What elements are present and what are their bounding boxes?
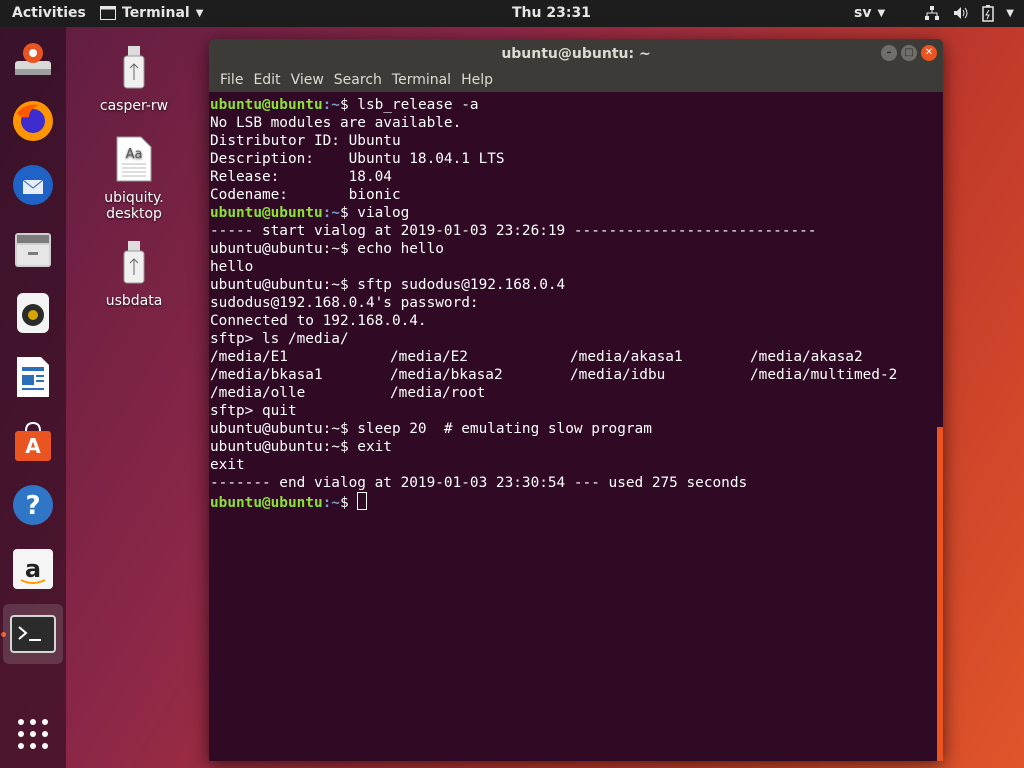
menu-edit[interactable]: Edit [248, 72, 285, 88]
terminal-line: ubuntu@ubuntu:~$ sftp sudodus@192.168.0.… [210, 277, 566, 293]
listing-entry: /media/bkasa1 [210, 367, 323, 383]
desktop-icon-usbdata[interactable]: usbdata [94, 241, 174, 309]
activities-button[interactable]: Activities [12, 5, 86, 21]
dock: A ? a [0, 27, 66, 768]
terminal-line: /media/bkasa1/media/bkasa2/media/idbu/me… [210, 366, 936, 384]
clock[interactable]: Thu 23:31 [512, 5, 591, 21]
terminal-line: ubuntu@ubuntu:~$ echo hello [210, 241, 444, 257]
app-menu[interactable]: Terminal ▼ [100, 5, 203, 21]
terminal-line: ubuntu@ubuntu:~$ exit [210, 439, 392, 455]
terminal-line: sftp> ls /media/ [210, 331, 349, 347]
terminal-line: ubuntu@ubuntu:~$ [210, 492, 936, 511]
language-label: sv [854, 5, 872, 21]
window-title: ubuntu@ubuntu: ~ [501, 45, 651, 62]
terminal-icon[interactable] [3, 604, 63, 664]
window-titlebar[interactable]: ubuntu@ubuntu: ~ – □ ✕ [209, 39, 943, 68]
prompt-user: ubuntu@ubuntu [210, 97, 323, 113]
firefox-icon[interactable] [9, 97, 57, 145]
prompt-command: $ [339, 495, 358, 511]
svg-text:a: a [25, 555, 41, 583]
svg-text:Aa: Aa [126, 147, 143, 162]
desktop-icon-casper-rw[interactable]: casper-rw [94, 46, 174, 114]
terminal-line: ubuntu@ubuntu:~$ vialog [210, 204, 936, 222]
svg-text:?: ? [25, 491, 40, 521]
prompt-command: $ vialog [339, 205, 410, 221]
prompt-path: :~ [322, 205, 340, 221]
menu-terminal[interactable]: Terminal [387, 72, 456, 88]
language-menu[interactable]: sv ▼ [854, 5, 885, 21]
prompt-command: $ lsb_release -a [339, 97, 479, 113]
terminal-line: hello [210, 259, 254, 275]
listing-entry: /media/multimed-2 [750, 367, 898, 383]
terminal-window[interactable]: ubuntu@ubuntu: ~ – □ ✕ File Edit View Se… [209, 39, 943, 761]
listing-entry: /media/akasa1 [570, 349, 683, 365]
help-icon[interactable]: ? [9, 481, 57, 529]
text-cursor [357, 492, 368, 510]
files-icon[interactable] [9, 225, 57, 273]
menu-bar: File Edit View Search Terminal Help [209, 68, 943, 92]
terminal-app-icon [100, 6, 116, 20]
prompt-path: :~ [322, 97, 340, 113]
terminal-line: ubuntu@ubuntu:~$ lsb_release -a [210, 96, 936, 114]
volume-icon [954, 7, 968, 19]
minimize-button[interactable]: – [881, 45, 897, 61]
terminal-line: /media/olle/media/root [210, 384, 936, 402]
terminal-line: exit [210, 457, 245, 473]
listing-entry: /media/root [390, 385, 486, 401]
installer-icon[interactable] [9, 35, 57, 83]
maximize-button[interactable]: □ [901, 45, 917, 61]
listing-entry: /media/E2 [390, 349, 468, 365]
menu-search[interactable]: Search [329, 72, 387, 88]
chevron-down-icon: ▼ [1006, 7, 1014, 19]
svg-text:A: A [25, 434, 41, 458]
terminal-line: sudodus@192.168.0.4's password: [210, 295, 479, 311]
thunderbird-icon[interactable] [9, 161, 57, 209]
listing-entry: /media/akasa2 [750, 349, 863, 365]
listing-entry: /media/olle [210, 385, 306, 401]
terminal-line: Description: Ubuntu 18.04.1 LTS [210, 151, 505, 167]
prompt-user: ubuntu@ubuntu [210, 495, 323, 511]
usb-drive-icon [123, 46, 145, 89]
chevron-down-icon: ▼ [877, 7, 886, 19]
terminal-scrollbar[interactable] [937, 427, 943, 761]
terminal-line: ubuntu@ubuntu:~$ sleep 20 # emulating sl… [210, 421, 652, 437]
terminal-line: No LSB modules are available. [210, 115, 462, 131]
terminal-line: Connected to 192.168.0.4. [210, 313, 427, 329]
top-bar: Activities Terminal ▼ Thu 23:31 sv ▼ ▼ [0, 0, 1024, 27]
close-button[interactable]: ✕ [921, 45, 937, 61]
terminal-line: ------- end vialog at 2019-01-03 23:30:5… [210, 475, 748, 491]
terminal-line: /media/E1/media/E2/media/akasa1/media/ak… [210, 348, 936, 366]
terminal-line: sftp> quit [210, 403, 297, 419]
text-file-icon: Aa [116, 136, 152, 182]
software-icon[interactable]: A [9, 417, 57, 465]
terminal-line: Release: 18.04 [210, 169, 392, 185]
terminal-line: ----- start vialog at 2019-01-03 23:26:1… [210, 223, 817, 239]
terminal-line: Codename: bionic [210, 187, 401, 203]
system-tray[interactable]: ▼ [924, 4, 1014, 22]
menu-view[interactable]: View [286, 72, 329, 88]
amazon-icon[interactable]: a [9, 545, 57, 593]
app-menu-label: Terminal [122, 5, 190, 21]
chevron-down-icon: ▼ [195, 7, 204, 19]
battery-icon [982, 5, 995, 22]
desktop-icon-label: usbdata [105, 293, 163, 309]
network-icon [925, 6, 940, 20]
usb-drive-icon [123, 241, 145, 284]
show-apps-icon[interactable] [9, 710, 57, 758]
listing-entry: /media/idbu [570, 367, 666, 383]
prompt-user: ubuntu@ubuntu [210, 205, 323, 221]
rhythmbox-icon[interactable] [9, 289, 57, 337]
desktop-icon-ubiquity[interactable]: Aa ubiquity. desktop [94, 136, 174, 222]
desktop-icon-label: ubiquity. desktop [104, 190, 164, 222]
menu-help[interactable]: Help [456, 72, 498, 88]
menu-file[interactable]: File [215, 72, 248, 88]
terminal-line: Distributor ID: Ubuntu [210, 133, 401, 149]
prompt-path: :~ [322, 495, 340, 511]
listing-entry: /media/E1 [210, 349, 288, 365]
writer-icon[interactable] [9, 353, 57, 401]
terminal-output[interactable]: ubuntu@ubuntu:~$ lsb_release -a No LSB mo… [209, 94, 937, 761]
desktop-icon-label: casper-rw [99, 98, 169, 114]
listing-entry: /media/bkasa2 [390, 367, 503, 383]
